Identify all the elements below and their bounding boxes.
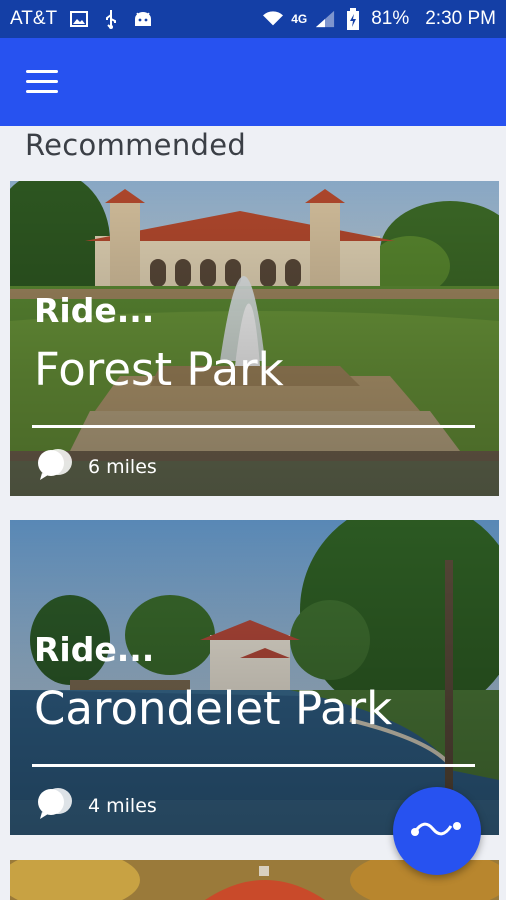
distance-label: 4 miles	[88, 794, 157, 817]
section-title: Recommended	[25, 128, 247, 162]
speech-bubbles-icon	[36, 786, 74, 825]
distance-label: 6 miles	[88, 455, 157, 478]
image-icon	[69, 9, 89, 29]
android-icon	[133, 9, 153, 29]
distance-row: 6 miles	[36, 447, 157, 486]
status-bar: AT&T 4G 81% 2:30 PM	[0, 0, 506, 38]
park-name: Carondelet Park	[34, 682, 393, 735]
status-bar-right: 4G 81% 2:30 PM	[263, 8, 506, 30]
battery-charging-icon	[343, 8, 363, 30]
ride-prefix: Ride...	[34, 630, 155, 669]
carrier-label: AT&T	[10, 8, 58, 29]
distance-row: 4 miles	[36, 786, 157, 825]
route-fab-button[interactable]	[393, 787, 481, 875]
network-label: 4G	[291, 12, 308, 26]
route-wave-icon	[409, 814, 465, 848]
app-bar	[0, 38, 506, 126]
usb-icon	[101, 9, 121, 29]
speech-bubbles-icon	[36, 447, 74, 486]
signal-icon	[315, 9, 335, 29]
card-divider	[32, 425, 475, 428]
battery-label: 81%	[371, 8, 410, 29]
ride-prefix: Ride...	[34, 291, 155, 330]
card-divider	[32, 764, 475, 767]
wifi-icon	[263, 9, 284, 29]
hamburger-menu-icon[interactable]	[26, 70, 60, 96]
park-card[interactable]: Ride... Forest Park 6 miles	[10, 181, 499, 496]
time-label: 2:30 PM	[425, 8, 496, 29]
park-name: Forest Park	[34, 343, 284, 396]
status-bar-left: AT&T	[0, 8, 153, 30]
